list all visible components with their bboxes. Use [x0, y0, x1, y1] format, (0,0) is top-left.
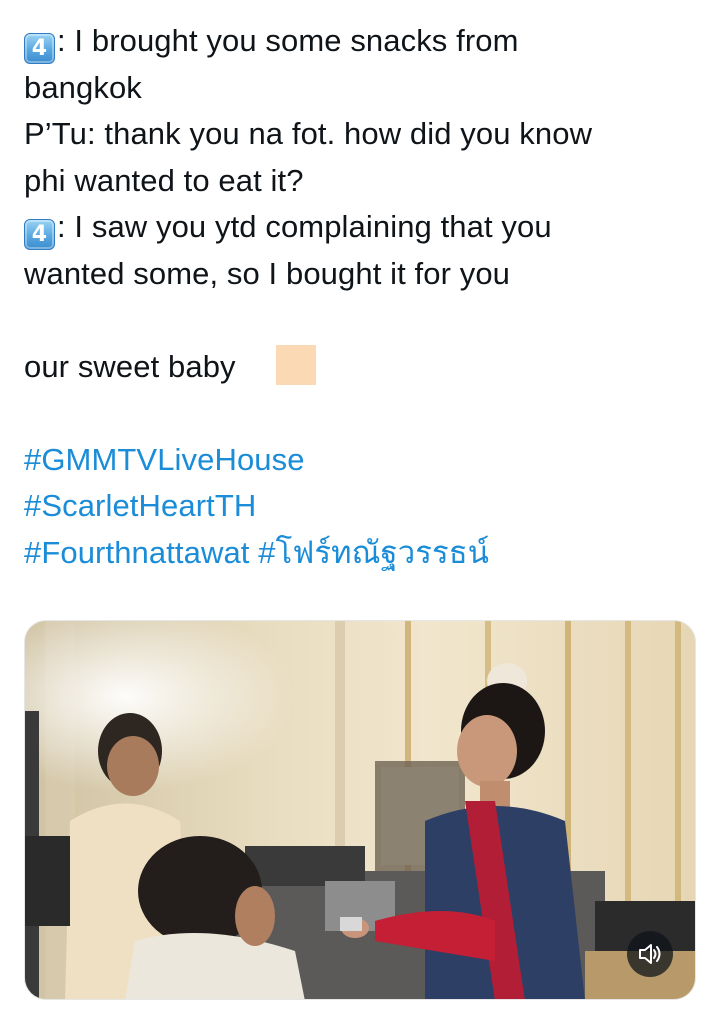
hashtag-line: #ScarletHeartTH [24, 483, 704, 530]
tweet-line-text: P’Tu: thank you na fot. how did you know [24, 116, 593, 151]
hashtag-line: #Fourthnattawat #โฟร์ทณัฐวรรธน์ [24, 530, 704, 577]
video-player[interactable] [24, 620, 696, 1000]
hashtag-gmmtvlivehouse[interactable]: #GMMTVLiveHouse [24, 442, 305, 477]
tweet-line-text: our sweet baby [24, 348, 236, 384]
hashtag-fourthnattawat[interactable]: #Fourthnattawat [24, 535, 250, 570]
hashtag-scarlethearth[interactable]: #ScarletHeartTH [24, 488, 256, 523]
tweet-line-text: phi wanted to eat it? [24, 162, 304, 198]
tweet-line: 4: I saw you ytd complaining that you [24, 204, 704, 251]
keycap-four-emoji-icon: 4 [24, 219, 55, 250]
hashtag-thai-name[interactable]: #โฟร์ทณัฐวรรธน์ [258, 535, 489, 570]
tweet-line: 4: I brought you some snacks from [24, 18, 704, 65]
tweet-text: 4: I brought you some snacks from bangko… [24, 18, 704, 576]
skin-tone-emoji-icon [275, 344, 316, 385]
tweet-line: our sweet baby [24, 344, 704, 391]
tweet-line-text: wanted some, so I bought it for you [24, 255, 510, 291]
tweet-line-text: : I saw you ytd complaining that you [57, 209, 552, 244]
mute-button[interactable] [627, 931, 673, 977]
keycap-four-emoji-icon: 4 [24, 33, 55, 64]
video-frame-image [25, 621, 695, 999]
tweet-line-text: bangkok [24, 69, 142, 105]
hashtag-line: #GMMTVLiveHouse [24, 437, 704, 484]
tweet-line-text: : I brought you some snacks from [57, 23, 519, 58]
speaker-muted-icon [639, 944, 661, 964]
